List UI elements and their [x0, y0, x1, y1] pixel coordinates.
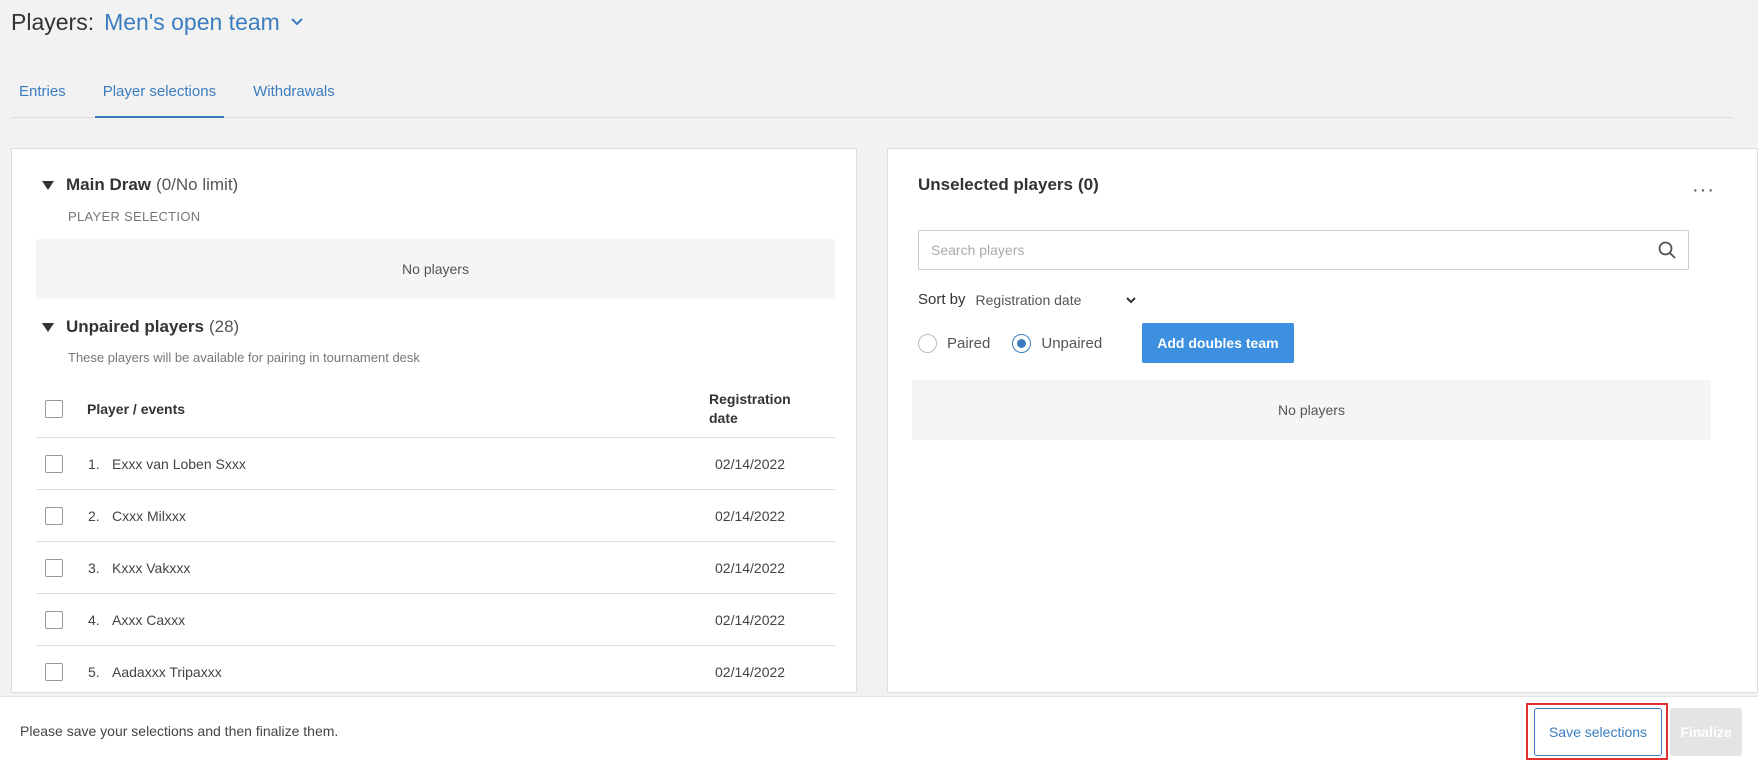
tab-entries[interactable]: Entries [11, 70, 74, 118]
unpaired-header[interactable]: Unpaired players (28) [42, 317, 239, 337]
column-date-line2: date [709, 410, 738, 426]
selection-panel: Main Draw (0/No limit) PLAYER SELECTION … [11, 148, 857, 693]
radio-unpaired-circle[interactable] [1012, 333, 1032, 353]
row-number: 3. [88, 559, 100, 576]
sort-control: Sort by Registration date [918, 291, 1138, 308]
registration-date: 02/14/2022 [715, 663, 786, 680]
row-checkbox[interactable] [45, 558, 63, 577]
table-row[interactable]: 3. Kxxx Vakxxx 02/14/2022 [36, 542, 835, 594]
page-header: Players: Men's open team [11, 6, 306, 38]
table-row[interactable]: 2. Cxxx Milxxx 02/14/2022 [36, 490, 835, 542]
unselected-title: Unselected players [918, 175, 1073, 194]
row-number: 1. [88, 455, 100, 472]
radio-unpaired[interactable]: Unpaired [1012, 333, 1103, 353]
search-input[interactable] [918, 230, 1689, 270]
row-checkbox[interactable] [45, 506, 63, 525]
player-name: Exxx van Loben Sxxx [112, 455, 246, 472]
table-row[interactable]: 5. Aadaxxx Tripaxxx 02/14/2022 [36, 646, 835, 692]
save-selections-button[interactable]: Save selections [1534, 708, 1662, 756]
unselected-count: (0) [1077, 175, 1099, 194]
registration-date: 02/14/2022 [715, 507, 786, 524]
tab-bar: Entries Player selections Withdrawals [11, 70, 1733, 118]
more-options-icon[interactable]: ··· [1692, 179, 1715, 202]
unpaired-title: Unpaired players [66, 317, 204, 336]
chevron-down-icon[interactable] [1124, 293, 1138, 307]
add-doubles-team-button[interactable]: Add doubles team [1142, 323, 1294, 363]
tab-player-selections[interactable]: Player selections [94, 70, 225, 118]
row-checkbox[interactable] [45, 454, 63, 473]
main-draw-empty: No players [36, 239, 835, 299]
radio-paired-circle[interactable] [918, 333, 937, 353]
column-date-line1: Registration [709, 391, 791, 407]
footer-message: Please save your selections and then fin… [20, 723, 339, 739]
table-header: Player / events Registration date [36, 381, 835, 438]
main-draw-title: Main Draw [66, 175, 152, 194]
triangle-down-icon[interactable] [42, 322, 54, 332]
radio-unpaired-label: Unpaired [1041, 334, 1103, 352]
main-draw-caption: PLAYER SELECTION [68, 209, 201, 224]
team-selector[interactable]: Men's open team [104, 9, 280, 36]
select-all-checkbox[interactable] [45, 400, 63, 418]
main-draw-header[interactable]: Main Draw (0/No limit) [42, 175, 238, 195]
unpaired-table: Player / events Registration date 1. Exx… [36, 381, 835, 692]
registration-date: 02/14/2022 [715, 611, 786, 628]
triangle-down-icon[interactable] [42, 180, 54, 190]
sort-label: Sort by [918, 291, 966, 308]
page-title-label: Players: [11, 8, 95, 35]
column-registration-date: Registration date [709, 390, 835, 428]
player-name: Axxx Caxxx [112, 611, 186, 628]
unselected-header: Unselected players (0) [918, 175, 1099, 195]
registration-date: 02/14/2022 [715, 559, 786, 576]
table-row[interactable]: 4. Axxx Caxxx 02/14/2022 [36, 594, 835, 646]
registration-date: 02/14/2022 [715, 455, 786, 472]
radio-paired[interactable]: Paired [918, 333, 991, 353]
player-name: Kxxx Vakxxx [112, 559, 191, 576]
unselected-panel: Unselected players (0) ··· Sort by Regis… [887, 148, 1758, 693]
player-name: Aadaxxx Tripaxxx [112, 663, 222, 680]
tab-withdrawals[interactable]: Withdrawals [245, 70, 343, 118]
row-number: 4. [88, 611, 100, 628]
action-footer: Please save your selections and then fin… [0, 696, 1758, 763]
radio-paired-label: Paired [947, 334, 991, 352]
player-name: Cxxx Milxxx [112, 507, 186, 524]
row-number: 2. [88, 507, 100, 524]
row-checkbox[interactable] [45, 610, 63, 629]
pairing-filter: Paired Unpaired Add doubles team [918, 323, 1294, 363]
unpaired-count: (28) [208, 317, 240, 336]
column-player: Player / events [87, 401, 186, 417]
search-icon[interactable] [1658, 241, 1676, 259]
sort-select[interactable]: Registration date [976, 292, 1124, 308]
unpaired-caption: These players will be available for pair… [68, 350, 420, 365]
chevron-down-icon[interactable] [288, 13, 306, 31]
row-checkbox[interactable] [45, 662, 63, 681]
table-row[interactable]: 1. Exxx van Loben Sxxx 02/14/2022 [36, 438, 835, 490]
page: Players: Men's open team Entries Player … [0, 0, 1758, 763]
unselected-empty: No players [912, 380, 1711, 440]
finalize-button[interactable]: Finalize [1670, 708, 1742, 756]
row-number: 5. [88, 663, 100, 680]
main-draw-count: (0/No limit) [156, 175, 239, 194]
